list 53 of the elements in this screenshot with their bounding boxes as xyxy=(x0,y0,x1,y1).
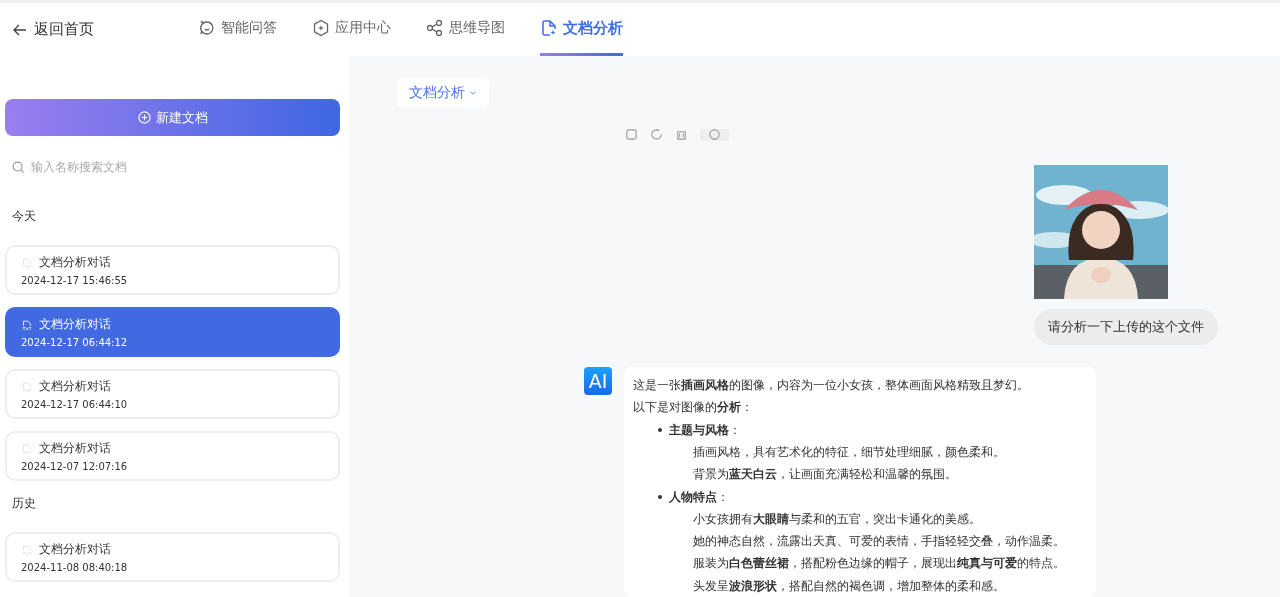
bullet-heading: 主题与风格： xyxy=(669,421,741,439)
message-text: 头发呈波浪形状，搭配自然的褐色调，增加整体的柔和感。 xyxy=(692,577,1006,595)
conversation-time: 2024-12-17 06:44:10 xyxy=(21,399,129,410)
nav-tab[interactable]: 应用中心 xyxy=(312,3,409,56)
conversation-title: 文档分析对话 xyxy=(39,541,111,558)
chat-sparkle-icon xyxy=(198,19,216,37)
mode-dropdown[interactable]: 文档分析 xyxy=(397,78,489,108)
search-field[interactable]: 输入名称搜索文档 xyxy=(31,160,281,174)
nav-tab[interactable]: 智能问答 xyxy=(198,3,295,56)
nodes-icon xyxy=(426,19,444,37)
message-text: 小女孩拥有大眼睛与柔和的五官，突出卡通化的美感。 xyxy=(692,510,982,528)
group-heading: 历史 xyxy=(12,495,37,512)
message-text: 以下是对图像的分析： xyxy=(633,399,754,417)
delete-icon[interactable] xyxy=(675,129,688,142)
hexagon-icon xyxy=(312,19,330,37)
message-text: 背景为蓝天白云，让画面充满轻松和温馨的氛围。 xyxy=(692,466,958,484)
conversation-item[interactable]: 文档分析对话 2024-12-07 12:07:16 xyxy=(5,431,340,481)
conversation-title: 文档分析对话 xyxy=(39,378,111,395)
conversation-item[interactable]: 文档分析对话 2024-11-08 08:40:18 xyxy=(5,532,340,582)
txt-file-icon xyxy=(21,318,33,331)
like-button[interactable] xyxy=(700,129,729,142)
txt-file-icon xyxy=(21,442,33,455)
refresh-icon[interactable] xyxy=(650,129,663,142)
conversation-title: 文档分析对话 xyxy=(39,316,111,333)
conversation-time: 2024-12-17 15:46:55 xyxy=(21,275,129,286)
new-document-button[interactable]: 新建文档 xyxy=(5,99,340,136)
group-heading: 今天 xyxy=(12,208,37,225)
conversation-title: 文档分析对话 xyxy=(39,254,111,271)
conversation-item[interactable]: 文档分析对话 2024-12-17 06:44:10 xyxy=(5,369,340,419)
txt-file-icon xyxy=(21,380,33,393)
message-text: 服装为白色蕾丝裙，搭配粉色边缘的帽子，展现出纯真与可爱的特点。 xyxy=(692,555,1066,573)
conversation-time: 2024-12-07 12:07:16 xyxy=(21,461,129,472)
search-icon xyxy=(12,160,25,174)
txt-file-icon xyxy=(21,256,33,269)
user-message: 请分析一下上传的这个文件 xyxy=(1034,309,1218,346)
bullet-heading: 人物特点： xyxy=(669,488,729,506)
document-sparkle-icon xyxy=(540,19,558,37)
conversation-title: 文档分析对话 xyxy=(39,440,111,457)
nav-tab[interactable]: 思维导图 xyxy=(426,3,523,56)
copy-icon[interactable] xyxy=(625,129,638,142)
ai-avatar: AI xyxy=(584,367,612,396)
message-text: 这是一张插画风格的图像，内容为一位小女孩，整体画面风格精致且梦幻。 xyxy=(633,377,1030,395)
conversation-time: 2024-11-08 08:40:18 xyxy=(21,562,129,573)
bullet-icon xyxy=(658,427,662,432)
plus-circle-icon xyxy=(137,111,151,124)
conversation-item[interactable]: 文档分析对话 2024-12-17 06:44:12 xyxy=(5,307,340,357)
conversation-item[interactable]: 文档分析对话 2024-12-17 15:46:55 xyxy=(5,245,340,295)
bullet-icon xyxy=(658,494,662,499)
txt-file-icon xyxy=(21,543,33,556)
message-text: 她的神态自然，流露出天真、可爱的表情，手指轻轻交叠，动作温柔。 xyxy=(692,533,1066,551)
conversation-time: 2024-12-17 06:44:12 xyxy=(21,337,129,348)
message-text: 插画风格，具有艺术化的特征，细节处理细腻，颜色柔和。 xyxy=(692,443,1006,461)
back-link[interactable]: 返回首页 xyxy=(12,20,198,39)
